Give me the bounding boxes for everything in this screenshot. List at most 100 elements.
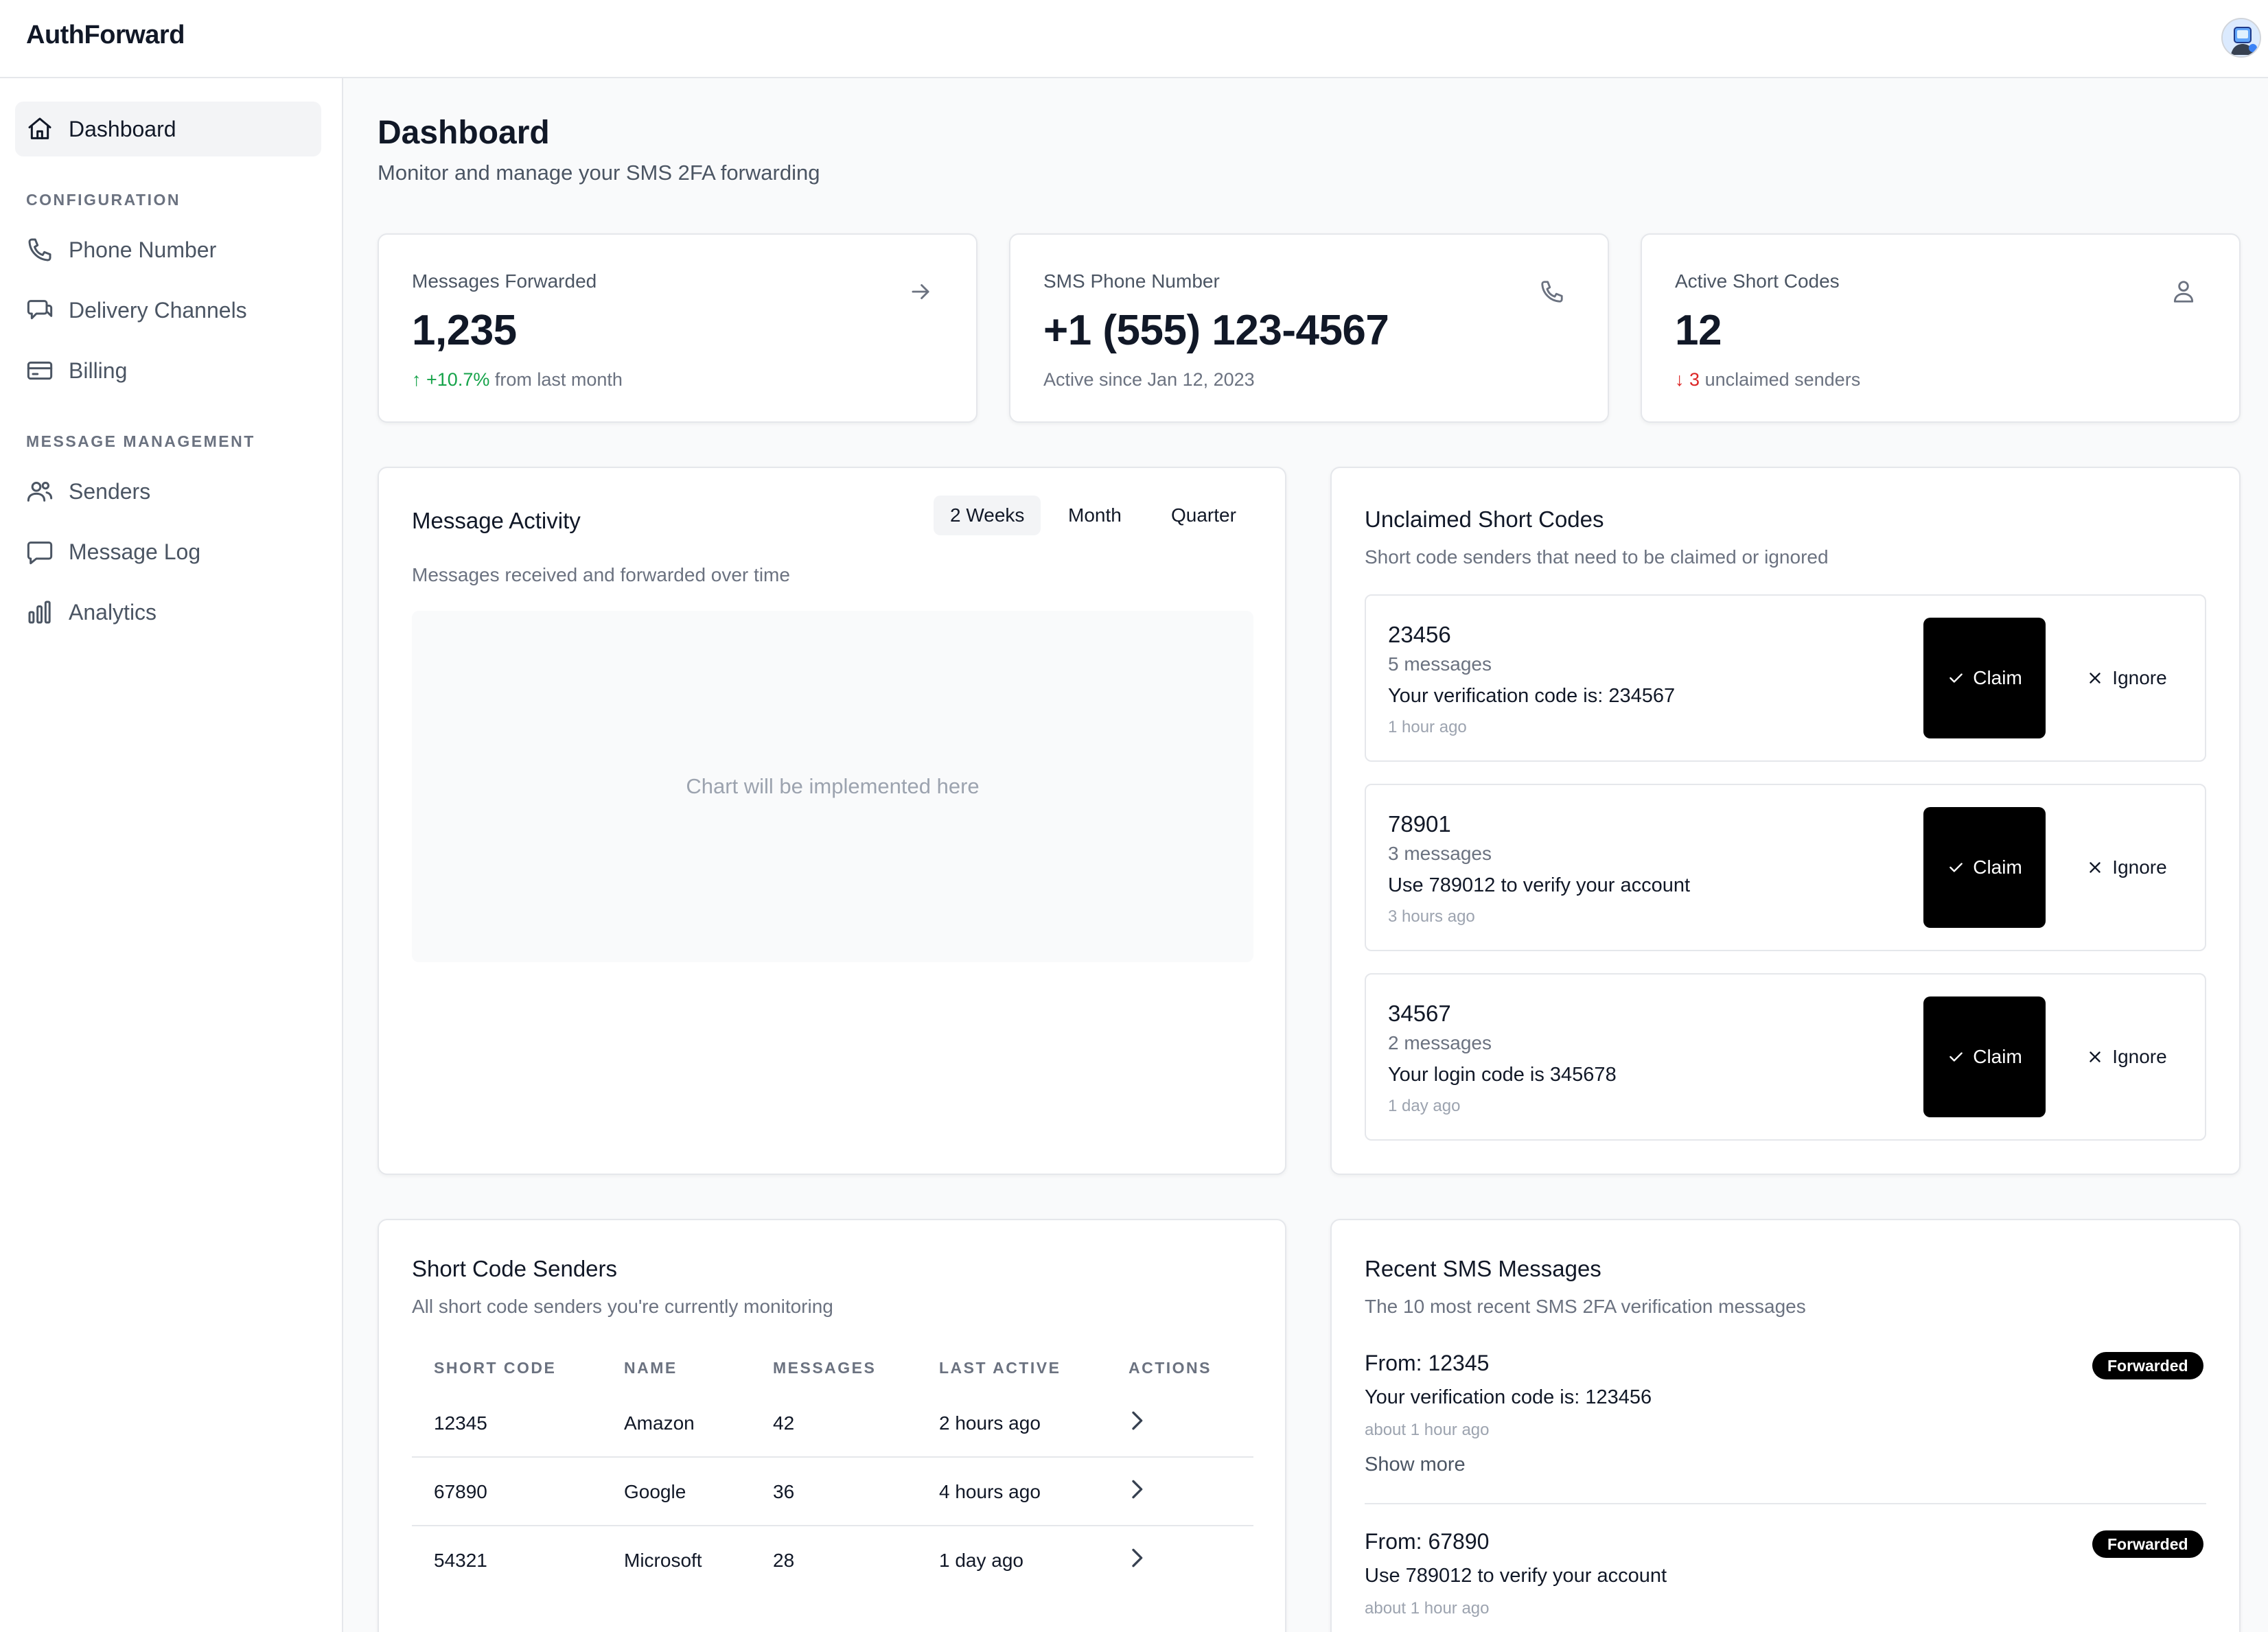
tab-2-weeks[interactable]: 2 Weeks [934,496,1041,535]
check-icon [1949,1052,1963,1062]
cell-short-code: 12345 [434,1412,487,1434]
phone-icon [1541,281,1563,303]
column-header-name: NAME [624,1359,678,1377]
stat-card-active-short-codes: Active Short Codes 12 ↓ 3 unclaimed send… [1641,233,2241,423]
trend-up-icon: ↑ [412,369,421,390]
unclaimed-item: 34567 2 messages Your login code is 3456… [1365,973,2206,1141]
message-preview: Your login code is 345678 [1388,1064,1617,1086]
table-row[interactable]: 12345 Amazon 42 2 hours ago [412,1389,1253,1458]
sidebar-item-label: Phone Number [69,237,217,262]
table-row[interactable]: 54321 Microsoft 28 1 day ago [412,1526,1253,1595]
stat-card-messages-forwarded: Messages Forwarded 1,235 ↑ +10.7% from l… [378,233,977,423]
timestamp: 1 hour ago [1388,718,1467,736]
sidebar-item-delivery-channels[interactable]: Delivery Channels [15,283,321,338]
chevron-right-icon[interactable] [1123,1544,1150,1572]
stat-value: 12 [1675,307,1722,354]
tab-quarter[interactable]: Quarter [1155,496,1253,535]
timestamp: 3 hours ago [1388,907,1475,926]
chevron-right-icon[interactable] [1123,1476,1150,1503]
sms-body: Your verification code is: 123456 [1365,1386,1652,1408]
unclaimed-short-codes-card: Unclaimed Short Codes Short code senders… [1330,467,2241,1175]
trend-down-icon: ↓ [1675,369,1685,390]
phone-icon [28,238,51,261]
message-preview: Your verification code is: 234567 [1388,685,1676,707]
sidebar-item-message-log[interactable]: Message Log [15,524,321,579]
column-header-actions: ACTIONS [1129,1359,1212,1377]
ignore-label: Ignore [2112,667,2167,688]
card-subtitle: Short code senders that need to be claim… [1365,546,1829,568]
ignore-button[interactable]: Ignore [2066,807,2187,928]
cell-name: Google [624,1481,686,1502]
close-icon [2090,862,2101,873]
stat-change: +10.7% [426,369,490,390]
stat-note: ↓ 3 unclaimed senders [1675,369,1860,390]
sidebar-item-label: Dashboard [69,116,176,141]
ignore-button[interactable]: Ignore [2066,996,2187,1117]
show-more-link[interactable]: Show more [1365,1454,1466,1476]
card-title: Message Activity [412,508,581,533]
column-header-short-code: SHORT CODE [434,1359,557,1377]
sms-sender: From: 67890 [1365,1529,1490,1554]
chart-placeholder-text: Chart will be implemented here [686,774,980,798]
stat-value: +1 (555) 123-4567 [1043,307,1389,354]
short-code: 34567 [1388,1001,1451,1026]
home-icon [28,117,51,139]
stat-label: SMS Phone Number [1043,270,1220,292]
card-subtitle: Messages received and forwarded over tim… [412,564,790,585]
users-icon [27,482,53,502]
short-code: 23456 [1388,622,1451,647]
cell-name: Microsoft [624,1550,702,1571]
avatar[interactable] [2221,18,2261,58]
cell-short-code: 54321 [434,1550,487,1571]
check-icon [1949,673,1963,683]
unclaimed-item: 78901 3 messages Use 789012 to verify yo… [1365,784,2206,951]
message-count: 5 messages [1388,653,1492,675]
section-title-configuration: CONFIGURATION [26,191,181,209]
claim-button[interactable]: Claim [1923,618,2046,738]
column-header-last-active: LAST ACTIVE [939,1359,1061,1377]
ignore-button[interactable]: Ignore [2066,618,2187,738]
close-icon [2090,673,2101,684]
sidebar-item-analytics[interactable]: Analytics [15,585,321,640]
column-header-messages: MESSAGES [773,1359,877,1377]
message-preview: Use 789012 to verify your account [1388,874,1691,896]
message-icon [27,541,53,565]
sidebar-item-label: Analytics [69,599,157,625]
table-row[interactable]: 67890 Google 36 4 hours ago [412,1458,1253,1526]
users-icon [2173,281,2194,303]
recent-sms-card: Recent SMS Messages The 10 most recent S… [1330,1219,2241,1632]
stat-card-sms-phone-number: SMS Phone Number +1 (555) 123-4567 Activ… [1009,233,1609,423]
card-subtitle: All short code senders you're currently … [412,1296,833,1317]
stat-note-text: from last month [494,369,623,390]
check-icon [1949,863,1963,872]
chevron-right-icon[interactable] [1123,1407,1150,1434]
stat-note-text: unclaimed senders [1704,369,1861,390]
bar-chart-icon [28,601,51,624]
timestamp: 1 day ago [1388,1097,1461,1115]
sidebar-item-label: Delivery Channels [69,297,247,323]
tab-month[interactable]: Month [1052,496,1138,535]
sidebar-item-senders[interactable]: Senders [15,464,321,519]
stat-note: ↑ +10.7% from last month [412,369,623,390]
claim-label: Claim [1973,856,2022,878]
card-title: Short Code Senders [412,1256,618,1281]
sidebar-item-label: Message Log [69,539,201,564]
sidebar-item-billing[interactable]: Billing [15,343,321,398]
card-title: Recent SMS Messages [1365,1256,1601,1281]
stat-label: Active Short Codes [1675,270,1840,292]
claim-button[interactable]: Claim [1923,807,2046,928]
sidebar-item-dashboard[interactable]: Dashboard [15,102,321,156]
message-square-icon [27,300,53,320]
cell-short-code: 67890 [434,1481,487,1502]
cell-messages: 28 [773,1550,795,1571]
short-code: 78901 [1388,811,1451,837]
sidebar-item-phone-number[interactable]: Phone Number [15,222,321,277]
claim-button[interactable]: Claim [1923,996,2046,1117]
user-avatar-icon [2223,19,2260,56]
app-brand[interactable]: AuthForward [26,21,185,50]
ignore-label: Ignore [2112,856,2167,878]
sidebar: Dashboard CONFIGURATION Phone Number Del… [0,78,343,1632]
sms-time: about 1 hour ago [1365,1599,1490,1618]
cell-messages: 36 [773,1481,795,1502]
stat-value: 1,235 [412,307,517,354]
